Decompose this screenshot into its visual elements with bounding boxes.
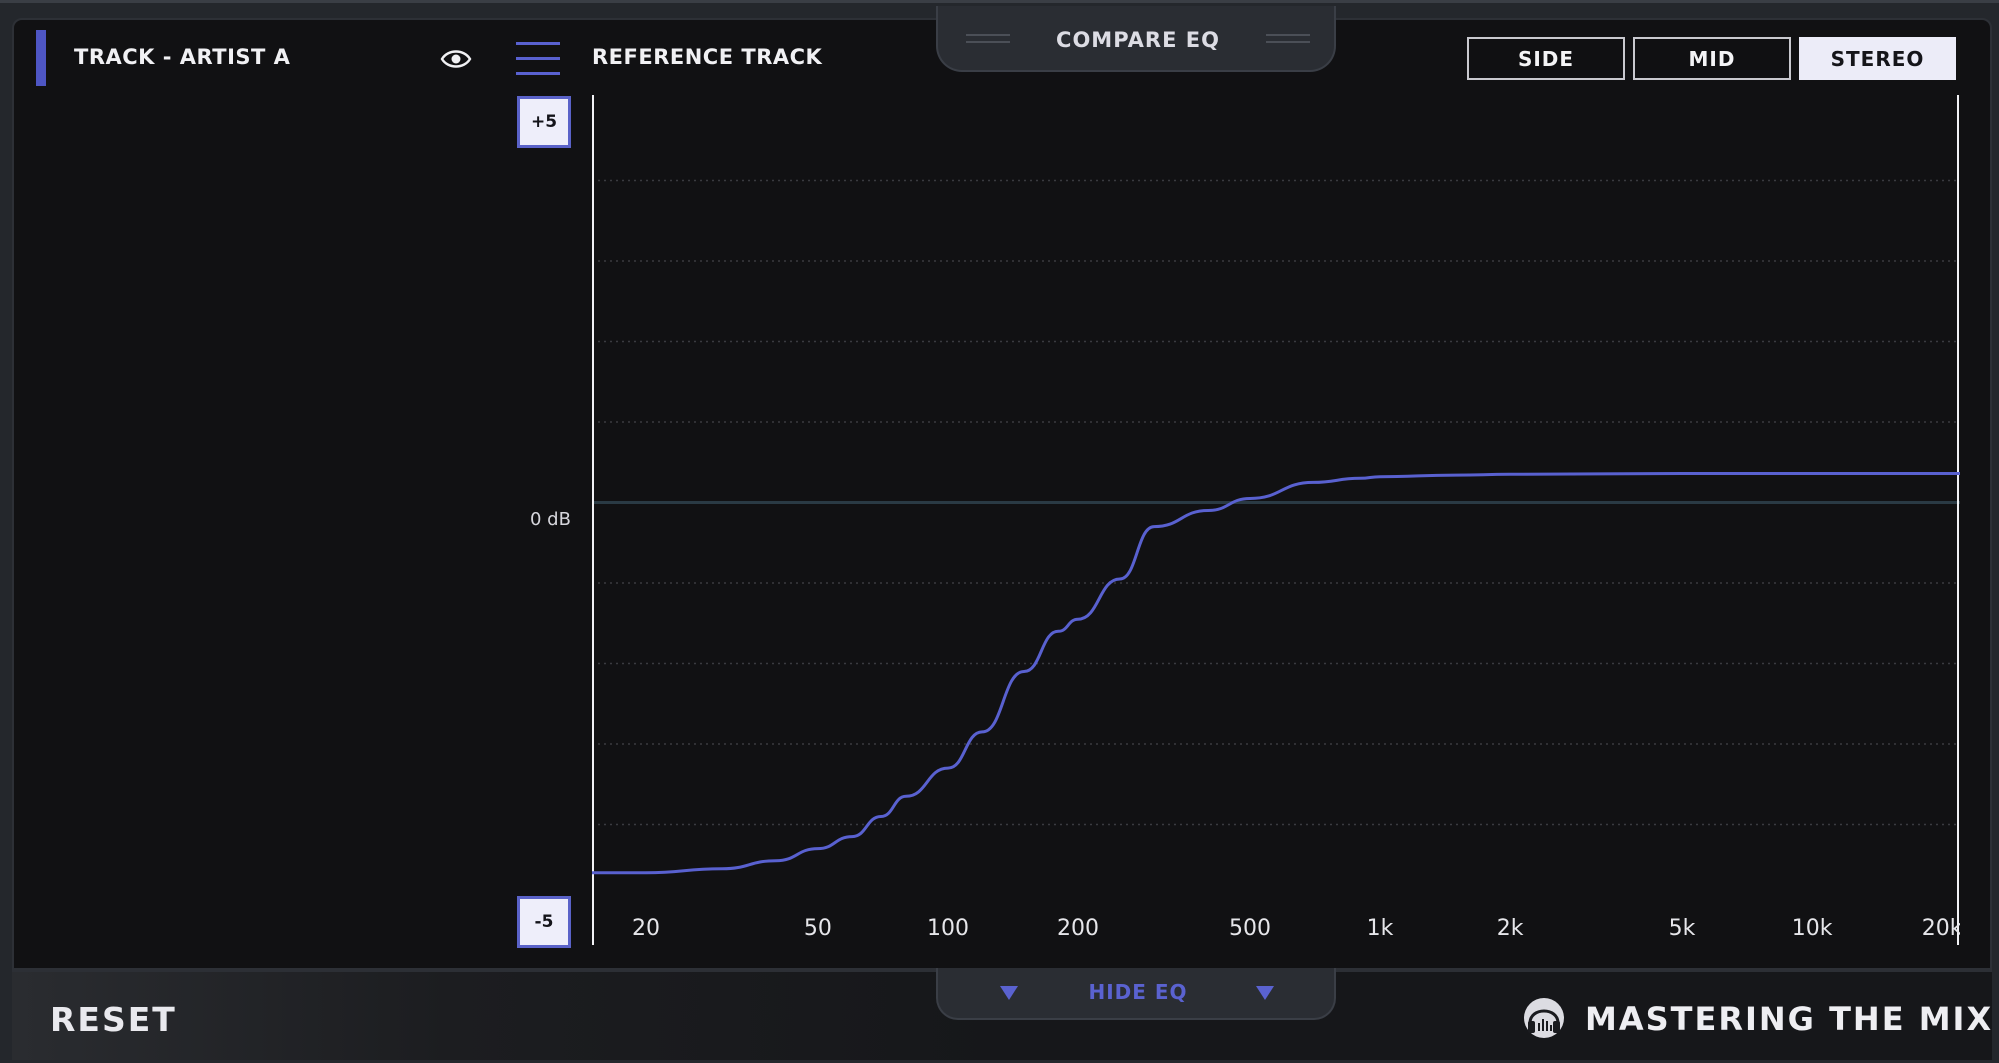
x-tick-label: 20k xyxy=(1922,916,1960,941)
x-tick-label: 5k xyxy=(1669,916,1696,941)
track-color-indicator xyxy=(36,30,46,86)
collapse-right-icon xyxy=(1256,986,1274,1000)
eq-bottom-range-label[interactable]: -5 xyxy=(517,896,571,948)
side-mode-button[interactable]: SIDE xyxy=(1467,37,1625,80)
x-tick-label: 10k xyxy=(1792,916,1833,941)
x-tick-label: 500 xyxy=(1229,916,1271,941)
eq-curve-svg: 20 50 100 200 500 1k 2k 5k 10k 20k xyxy=(592,95,1960,945)
eye-icon[interactable] xyxy=(440,47,472,71)
eq-curve-line xyxy=(592,471,1960,875)
mid-mode-button[interactable]: MID xyxy=(1633,37,1791,80)
eq-curve-chart: 20 50 100 200 500 1k 2k 5k 10k 20k xyxy=(592,95,1960,945)
reference-track-label: REFERENCE TRACK xyxy=(592,45,823,69)
brand-name: MASTERING THE MIX xyxy=(1585,1000,1994,1038)
menu-icon[interactable] xyxy=(516,40,560,78)
x-tick-label: 50 xyxy=(804,916,832,941)
hide-eq-tab[interactable]: HIDE EQ xyxy=(936,968,1336,1020)
headphones-logo-icon xyxy=(1524,998,1564,1038)
grip-right-icon xyxy=(1266,34,1310,43)
eq-top-range-label[interactable]: +5 xyxy=(517,96,571,148)
x-tick-label: 100 xyxy=(927,916,969,941)
reset-button[interactable]: RESET xyxy=(50,1000,177,1039)
x-tick-label: 2k xyxy=(1497,916,1524,941)
track-name-label: TRACK - ARTIST A xyxy=(74,45,291,69)
stereo-mode-button[interactable]: STEREO xyxy=(1799,37,1956,80)
compare-eq-tab[interactable]: COMPARE EQ xyxy=(936,6,1336,72)
x-tick-label: 20 xyxy=(632,916,660,941)
hide-eq-label: HIDE EQ xyxy=(1088,980,1188,1004)
x-tick-label: 200 xyxy=(1057,916,1099,941)
x-tick-label: 1k xyxy=(1367,916,1394,941)
zero-db-label: 0 dB xyxy=(530,509,571,530)
